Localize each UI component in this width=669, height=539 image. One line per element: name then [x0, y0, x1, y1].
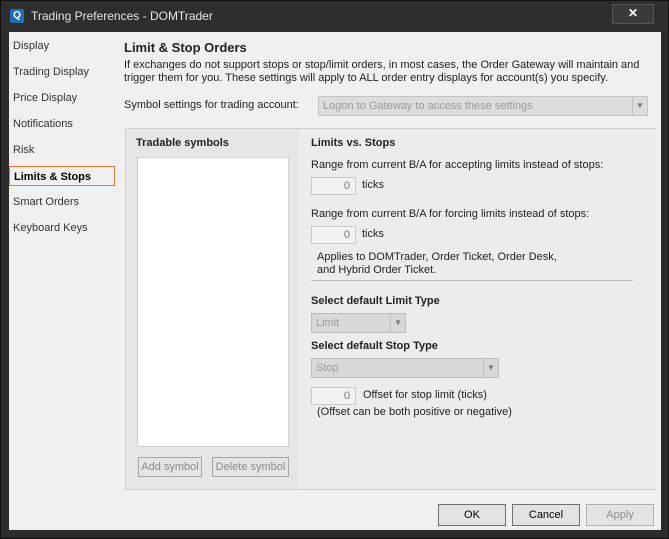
applies-note-line2: and Hybrid Order Ticket. [317, 264, 437, 276]
applies-note-line1: Applies to DOMTrader, Order Ticket, Orde… [317, 251, 557, 263]
tradable-symbols-title: Tradable symbols [136, 137, 229, 149]
sidebar-nav: Display Trading Display Price Display No… [9, 32, 117, 492]
tradable-symbols-list[interactable] [137, 157, 289, 447]
stop-offset-note: (Offset can be both positive or negative… [317, 406, 512, 418]
stop-type-value: Stop [316, 362, 339, 374]
page-description: If exchanges do not support stops or sto… [124, 59, 640, 84]
accept-limits-input[interactable]: 0 [311, 177, 356, 195]
stop-type-title: Select default Stop Type [311, 340, 438, 352]
section-divider [311, 280, 633, 281]
force-limits-unit: ticks [362, 228, 384, 240]
limits-vs-stops-title: Limits vs. Stops [311, 137, 396, 149]
sidebar-item-risk[interactable]: Risk [9, 140, 115, 160]
limit-type-value: Limit [316, 317, 340, 329]
force-limits-input[interactable]: 0 [311, 226, 356, 244]
sidebar-item-notifications[interactable]: Notifications [9, 114, 115, 134]
chevron-down-icon: ▼ [483, 359, 498, 377]
account-select[interactable]: Logon to Gateway to access these setting… [318, 96, 648, 116]
close-button[interactable]: ✕ [612, 4, 654, 24]
app-logo-icon: Q [10, 9, 24, 23]
stop-type-select[interactable]: Stop ▼ [311, 358, 499, 378]
delete-symbol-button[interactable]: Delete symbol [212, 457, 289, 477]
stop-offset-label: Offset for stop limit (ticks) [363, 389, 487, 401]
settings-panel: Tradable symbols Add symbol Delete symbo… [125, 128, 656, 490]
page-title: Limit & Stop Orders [124, 40, 247, 55]
apply-button[interactable]: Apply [586, 504, 654, 526]
sidebar-item-smart-orders[interactable]: Smart Orders [9, 192, 115, 212]
cancel-button[interactable]: Cancel [512, 504, 580, 526]
dialog-content: Display Trading Display Price Display No… [9, 32, 661, 530]
add-symbol-button[interactable]: Add symbol [138, 457, 202, 477]
limit-type-title: Select default Limit Type [311, 295, 440, 307]
limits-stops-settings: Limits vs. Stops Range from current B/A … [299, 129, 656, 489]
ok-button[interactable]: OK [438, 504, 506, 526]
sidebar-item-limits-stops[interactable]: Limits & Stops [9, 166, 115, 186]
chevron-down-icon: ▼ [632, 97, 647, 115]
sidebar-item-display[interactable]: Display [9, 36, 115, 56]
accept-limits-unit: ticks [362, 179, 384, 191]
account-select-value: Logon to Gateway to access these setting… [323, 100, 533, 112]
preferences-window: Q Trading Preferences - DOMTrader ✕ Disp… [0, 0, 669, 539]
accept-limits-label: Range from current B/A for accepting lim… [311, 159, 604, 171]
window-title: Trading Preferences - DOMTrader [31, 9, 213, 23]
sidebar-item-price-display[interactable]: Price Display [9, 88, 115, 108]
limit-type-select[interactable]: Limit ▼ [311, 313, 406, 333]
title-bar[interactable]: Q Trading Preferences - DOMTrader ✕ [1, 1, 668, 31]
stop-offset-input[interactable]: 0 [311, 387, 356, 405]
chevron-down-icon: ▼ [390, 314, 405, 332]
sidebar-item-trading-display[interactable]: Trading Display [9, 62, 115, 82]
account-select-label: Symbol settings for trading account: [124, 99, 299, 111]
sidebar-item-keyboard-keys[interactable]: Keyboard Keys [9, 218, 115, 238]
force-limits-label: Range from current B/A for forcing limit… [311, 208, 590, 220]
